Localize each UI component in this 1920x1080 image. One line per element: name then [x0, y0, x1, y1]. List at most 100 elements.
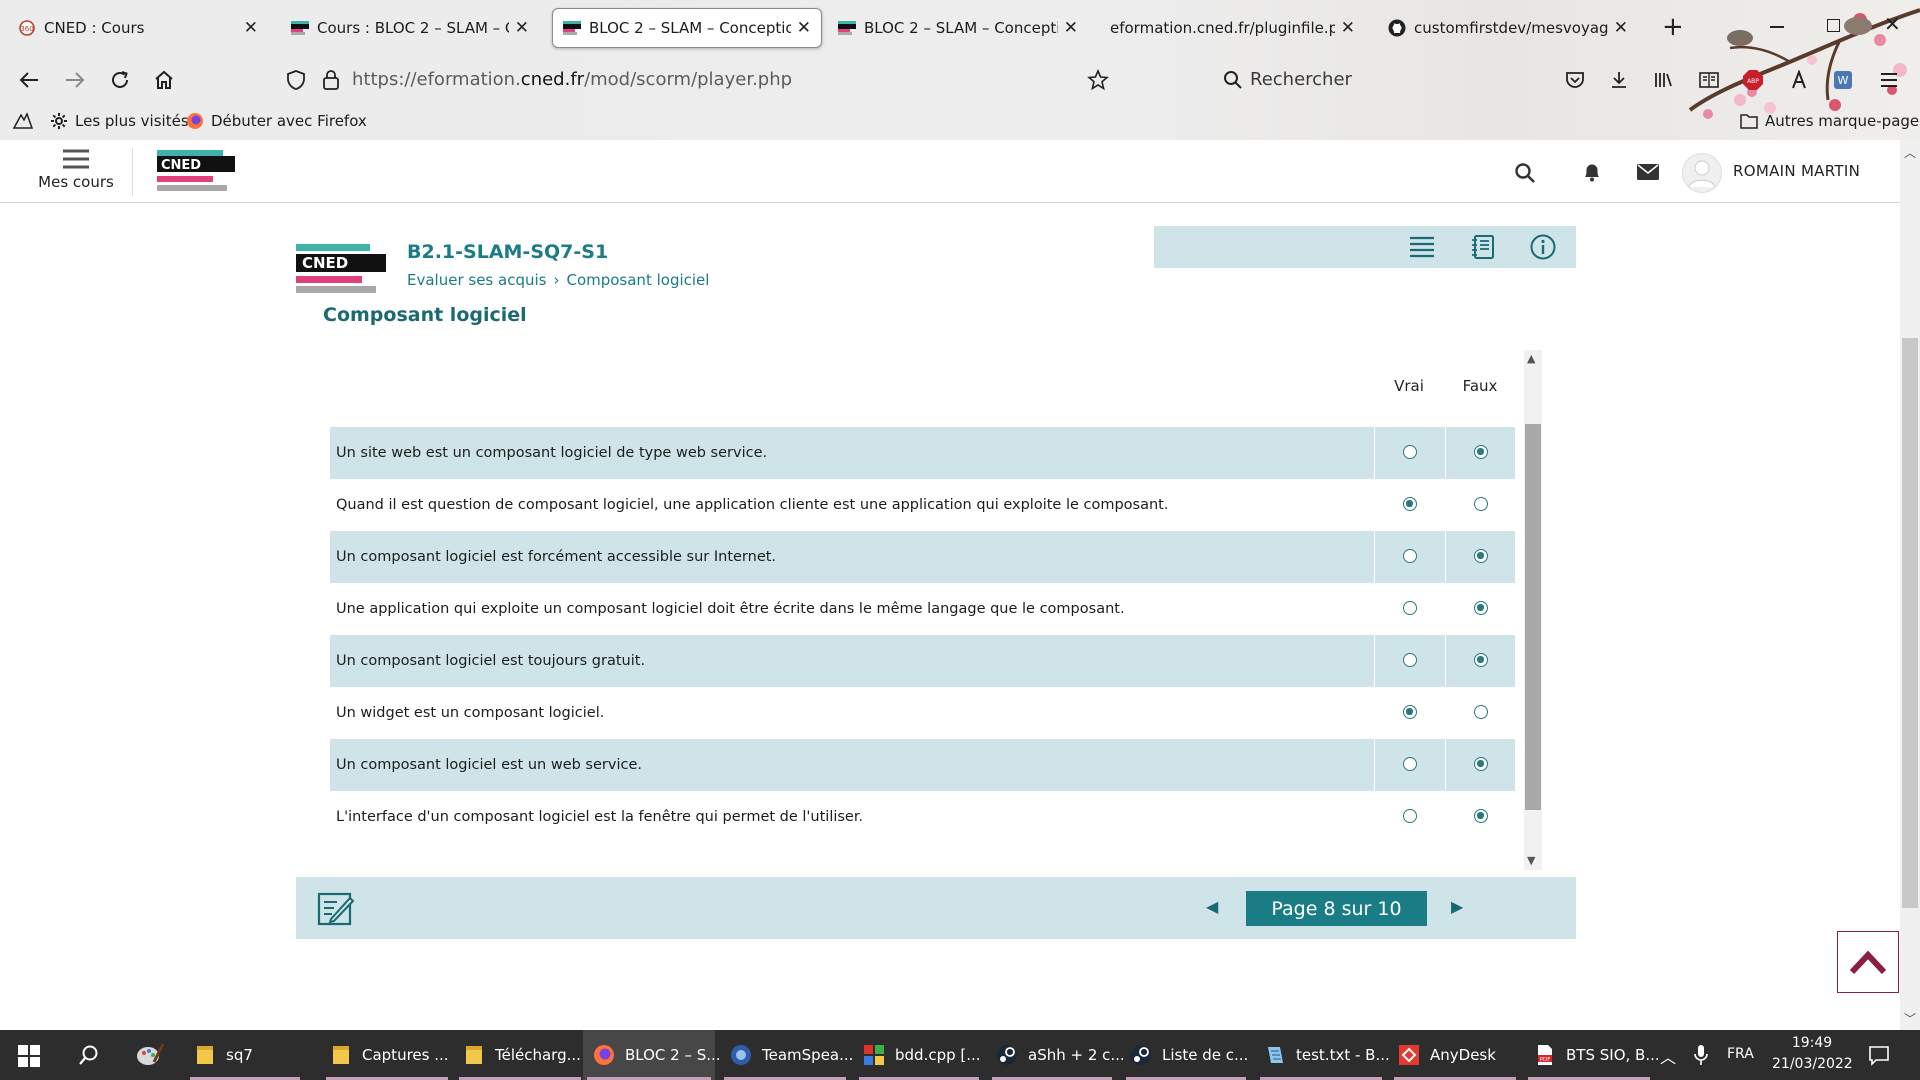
adblock-icon[interactable]: ABP: [1740, 67, 1766, 93]
taskbar-item-notepad[interactable]: test.txt - B...: [1256, 1030, 1390, 1080]
breadcrumb-item[interactable]: Evaluer ses acquis: [407, 271, 546, 289]
taskbar-item-teamspeak[interactable]: TeamSpea...: [720, 1030, 854, 1080]
radio-vrai[interactable]: [1403, 705, 1417, 719]
info-icon[interactable]: [1528, 232, 1558, 262]
radio-faux[interactable]: [1474, 445, 1488, 459]
clock-date[interactable]: 21/03/2022: [1772, 1056, 1853, 1072]
radio-vrai[interactable]: [1403, 809, 1417, 823]
paint-app-icon[interactable]: [136, 1042, 164, 1068]
cned-logo[interactable]: CNED: [157, 150, 237, 194]
close-window-icon[interactable]: ✕: [1884, 12, 1901, 36]
quiz-scrollbar-thumb[interactable]: [1525, 424, 1541, 810]
radio-vrai[interactable]: [1403, 549, 1417, 563]
home-icon[interactable]: [151, 67, 177, 93]
taskbar-item-steam-chat[interactable]: aShh + 2 c...: [988, 1030, 1125, 1080]
close-tab-icon[interactable]: ✕: [797, 18, 811, 38]
close-tab-icon[interactable]: ✕: [1614, 18, 1628, 38]
radio-faux[interactable]: [1474, 705, 1488, 719]
mes-cours-button[interactable]: Mes cours: [36, 142, 116, 191]
notepad-edit-icon[interactable]: [317, 889, 355, 927]
language-indicator[interactable]: FRA: [1727, 1046, 1754, 1062]
anydesk-icon: [1399, 1045, 1419, 1065]
search-icon[interactable]: [1514, 162, 1536, 184]
download-icon[interactable]: [1606, 67, 1632, 93]
windows-start-icon[interactable]: [18, 1045, 40, 1067]
taskbar-item-pdf[interactable]: PDF BTS SIO, B...: [1524, 1030, 1660, 1080]
radio-faux[interactable]: [1474, 653, 1488, 667]
radio-faux[interactable]: [1474, 601, 1488, 615]
course-code[interactable]: B2.1-SLAM-SQ7-S1: [407, 241, 608, 263]
taskbar-item-telechargements[interactable]: Télécharg...: [455, 1030, 585, 1080]
messages-envelope-icon[interactable]: [1637, 164, 1659, 180]
microphone-icon[interactable]: [1694, 1044, 1708, 1066]
radio-faux[interactable]: [1474, 497, 1488, 511]
close-tab-icon[interactable]: ✕: [1064, 18, 1078, 38]
tab-cned-cours[interactable]: 360 CNED : Cours ✕: [8, 8, 268, 48]
user-name[interactable]: ROMAIN MARTIN: [1733, 162, 1860, 180]
page-scroll-up-icon[interactable]: ︿: [1904, 144, 1916, 161]
app-menu-icon[interactable]: [1876, 67, 1902, 93]
radio-vrai[interactable]: [1403, 601, 1417, 615]
clock-time[interactable]: 19:49: [1772, 1035, 1852, 1051]
taskbar-item-label: TeamSpea...: [762, 1046, 854, 1064]
notification-center-icon[interactable]: [1868, 1044, 1890, 1066]
lock-icon[interactable]: [318, 67, 344, 93]
radio-vrai[interactable]: [1403, 445, 1417, 459]
page-scrollbar-thumb[interactable]: [1902, 338, 1918, 908]
close-tab-icon[interactable]: ✕: [244, 18, 258, 38]
reader-view-icon[interactable]: [1696, 67, 1722, 93]
taskbar-item-firefox[interactable]: BLOC 2 – S...: [583, 1030, 721, 1080]
bookmark-star-icon[interactable]: [1085, 67, 1111, 93]
new-tab-button[interactable]: +: [1662, 12, 1684, 42]
library-icon[interactable]: [1650, 67, 1676, 93]
tab-github[interactable]: customfirstdev/mesvoyages ✕: [1378, 8, 1638, 48]
next-page-arrow-icon[interactable]: ▶: [1451, 897, 1463, 916]
breadcrumb-item[interactable]: Composant logiciel: [566, 271, 709, 289]
maximize-icon[interactable]: [1827, 19, 1840, 32]
cned-favicon-icon: 360: [18, 20, 36, 36]
reload-icon[interactable]: [107, 67, 133, 93]
back-icon[interactable]: [16, 67, 42, 93]
url-bar[interactable]: https://eformation.cned.fr/mod/scorm/pla…: [352, 69, 792, 90]
taskbar-item-steam-list[interactable]: Liste de c...: [1122, 1030, 1250, 1080]
extension-w-icon[interactable]: W: [1830, 67, 1856, 93]
other-bookmarks[interactable]: Autres marque-pages: [1740, 112, 1920, 130]
tab-bloc2[interactable]: BLOC 2 – SLAM – Conception e ✕: [828, 8, 1088, 48]
browser-search-field[interactable]: Rechercher: [1250, 69, 1352, 90]
tab-bloc2-active[interactable]: BLOC 2 – SLAM – Conception e ✕: [552, 8, 822, 48]
search-icon[interactable]: [78, 1044, 100, 1066]
bookmarks-toolbar-icon[interactable]: [12, 112, 34, 130]
chevron-up-icon[interactable]: ︿: [1660, 1044, 1676, 1068]
back-to-top-button[interactable]: [1837, 931, 1899, 993]
taskbar-item-sq7[interactable]: sq7: [186, 1030, 304, 1080]
pocket-icon[interactable]: [1562, 67, 1588, 93]
bookmark-getting-started[interactable]: Débuter avec Firefox: [186, 112, 367, 130]
avatar[interactable]: [1682, 153, 1722, 193]
shield-icon[interactable]: [283, 67, 309, 93]
close-tab-icon[interactable]: ✕: [515, 18, 529, 38]
scroll-down-arrow-icon[interactable]: ▼: [1527, 854, 1535, 867]
bookmark-most-visited[interactable]: Les plus visités: [50, 112, 189, 130]
tab-cours-bloc2[interactable]: Cours : BLOC 2 – SLAM – Conce ✕: [281, 8, 539, 48]
extension-a-icon[interactable]: [1786, 67, 1812, 93]
previous-page-arrow-icon[interactable]: ◀: [1206, 897, 1218, 916]
radio-faux[interactable]: [1474, 757, 1488, 771]
page-indicator: Page 8 sur 10: [1246, 891, 1427, 926]
radio-vrai[interactable]: [1403, 497, 1417, 511]
notebook-icon[interactable]: [1468, 232, 1498, 262]
scroll-up-arrow-icon[interactable]: ▲: [1527, 352, 1535, 365]
radio-faux[interactable]: [1474, 549, 1488, 563]
close-tab-icon[interactable]: ✕: [1341, 18, 1355, 38]
radio-vrai[interactable]: [1403, 757, 1417, 771]
minimize-icon[interactable]: [1770, 26, 1784, 28]
taskbar-item-anydesk[interactable]: AnyDesk: [1390, 1030, 1520, 1080]
page-scroll-down-icon[interactable]: ﹀: [1904, 1010, 1916, 1027]
list-menu-icon[interactable]: [1407, 232, 1437, 262]
radio-faux[interactable]: [1474, 809, 1488, 823]
radio-vrai[interactable]: [1403, 653, 1417, 667]
taskbar-item-captures[interactable]: Captures ...: [322, 1030, 452, 1080]
tab-pluginfile[interactable]: eformation.cned.fr/pluginfile.php/ ✕: [1100, 8, 1365, 48]
notification-bell-icon[interactable]: [1581, 161, 1603, 183]
taskbar-item-bdd-cpp[interactable]: bdd.cpp [...: [855, 1030, 983, 1080]
forward-icon[interactable]: [62, 67, 88, 93]
